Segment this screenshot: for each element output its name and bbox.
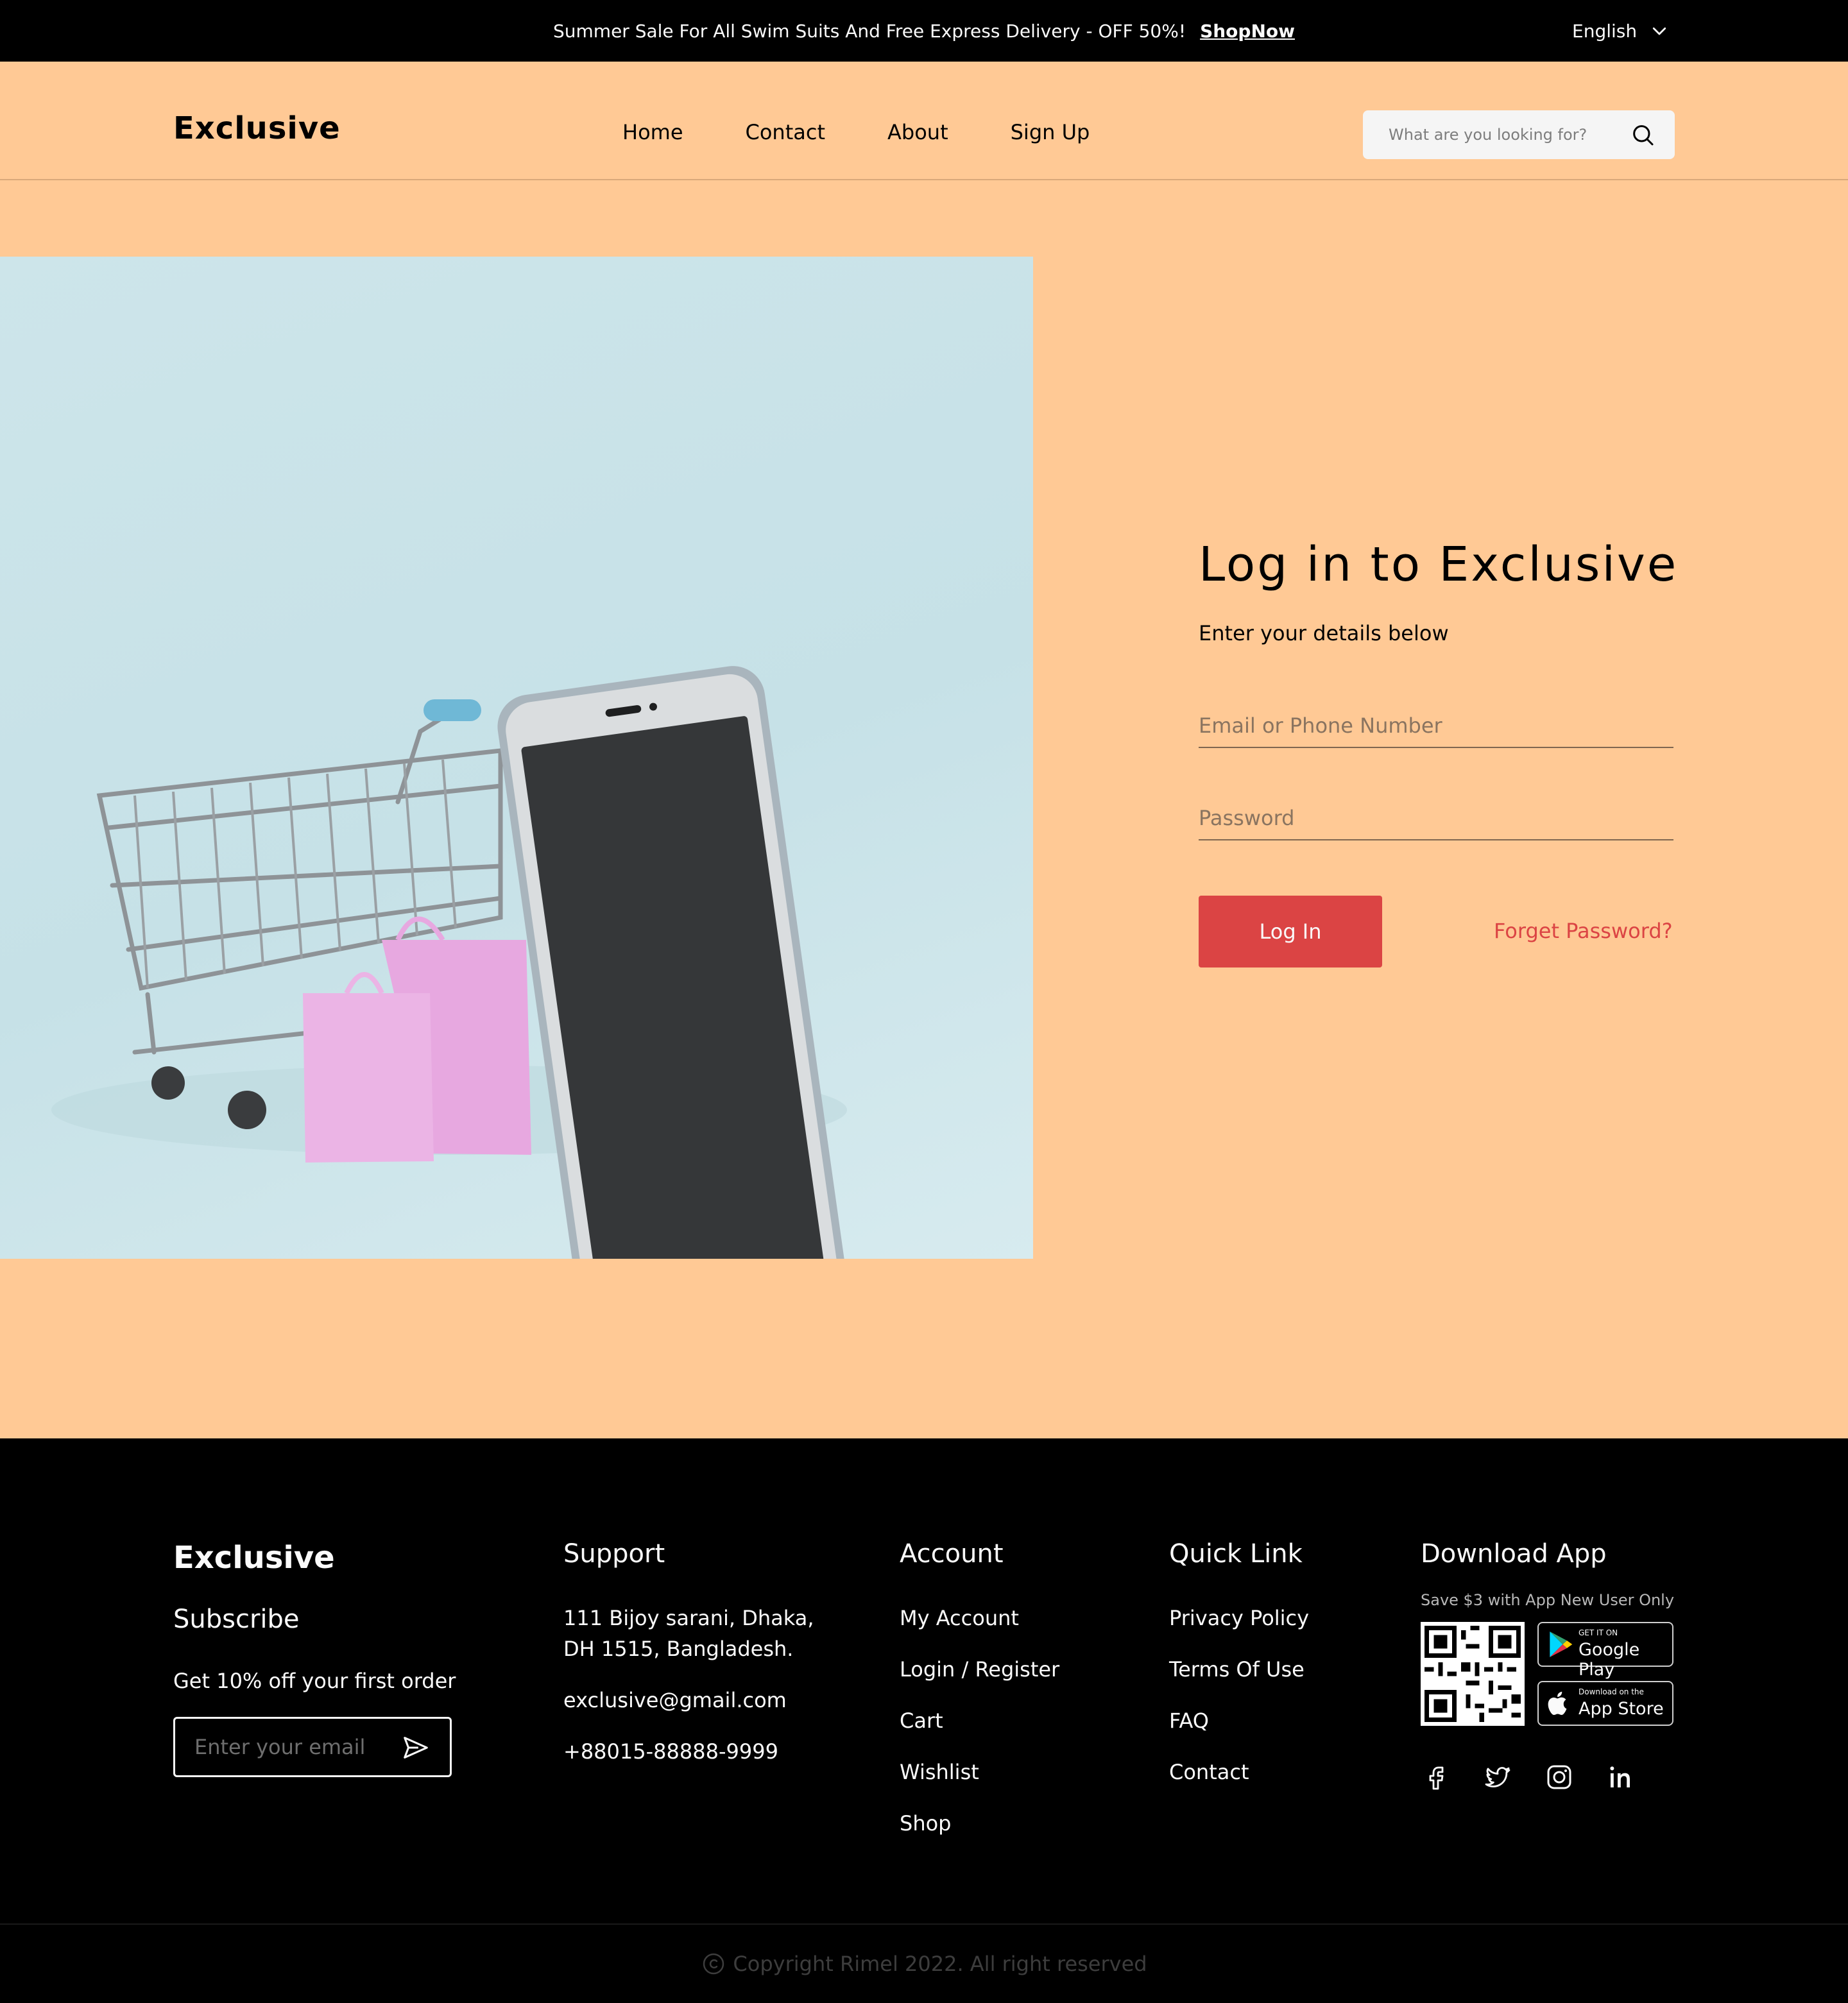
support-heading: Support <box>563 1539 665 1569</box>
google-play-icon <box>1550 1632 1573 1657</box>
linkedin-icon[interactable] <box>1605 1762 1636 1793</box>
email-field[interactable] <box>1199 713 1673 738</box>
search-icon[interactable] <box>1630 122 1656 148</box>
footer-link-login-register[interactable]: Login / Register <box>900 1654 1059 1685</box>
header: Exclusive Home Contact About Sign Up <box>0 62 1848 180</box>
site-logo[interactable]: Exclusive <box>173 113 341 144</box>
support-address-line1: 111 Bijoy sarani, Dhaka, <box>563 1606 814 1630</box>
apple-icon <box>1548 1691 1567 1716</box>
footer-link-faq[interactable]: FAQ <box>1169 1705 1309 1736</box>
footer-link-my-account[interactable]: My Account <box>900 1603 1059 1633</box>
qr-code <box>1421 1622 1525 1726</box>
twitter-icon[interactable] <box>1482 1762 1513 1793</box>
hero-image <box>0 257 1033 1259</box>
copyright-bar: Copyright Rimel 2022. All right reserved <box>0 1923 1848 2003</box>
footer-link-shop[interactable]: Shop <box>900 1808 1059 1839</box>
app-store-small-text: Download on the <box>1579 1687 1644 1696</box>
quick-link-heading: Quick Link <box>1169 1539 1303 1569</box>
login-subtitle: Enter your details below <box>1199 621 1449 645</box>
footer-quick-link-column: Quick Link Privacy Policy Terms Of Use F… <box>1169 1541 1309 1808</box>
promo-bar: Summer Sale For All Swim Suits And Free … <box>0 0 1848 62</box>
app-promo-text: Save $3 with App New User Only <box>1421 1591 1675 1609</box>
footer-link-privacy-policy[interactable]: Privacy Policy <box>1169 1603 1309 1633</box>
promo-text: Summer Sale For All Swim Suits And Free … <box>553 20 1186 42</box>
top-banner: Summer Sale For All Swim Suits And Free … <box>0 0 1848 62</box>
language-label: English <box>1572 20 1638 42</box>
search-box <box>1363 110 1675 159</box>
app-downloads: GET IT ON Google Play Download on the Ap… <box>1421 1622 1674 1726</box>
instagram-icon[interactable] <box>1544 1762 1575 1793</box>
footer-link-wishlist[interactable]: Wishlist <box>900 1757 1059 1787</box>
subscribe-email-box <box>173 1717 452 1777</box>
social-links <box>1421 1762 1674 1793</box>
footer-logo[interactable]: Exclusive <box>173 1542 456 1573</box>
copyright-icon <box>703 1953 724 1975</box>
nav-sign-up[interactable]: Sign Up <box>1011 122 1090 142</box>
send-icon[interactable] <box>401 1733 431 1762</box>
main-nav: Home Contact About Sign Up <box>622 122 1152 142</box>
chevron-down-icon <box>1652 27 1666 35</box>
footer-brand-column: Exclusive Subscribe Get 10% off your fir… <box>173 1542 456 1777</box>
subscribe-heading: Subscribe <box>173 1605 300 1634</box>
footer-link-cart[interactable]: Cart <box>900 1705 1059 1736</box>
google-play-badge[interactable]: GET IT ON Google Play <box>1537 1622 1673 1680</box>
app-store-badge[interactable]: Download on the App Store <box>1537 1681 1673 1726</box>
search-input[interactable] <box>1389 126 1607 144</box>
nav-contact[interactable]: Contact <box>746 122 826 142</box>
footer-link-contact[interactable]: Contact <box>1169 1757 1309 1787</box>
shopping-cart-phone-illustration <box>51 666 852 1259</box>
password-field-wrapper <box>1199 806 1673 840</box>
nav-home[interactable]: Home <box>622 122 683 142</box>
google-play-label: Google Play <box>1579 1640 1640 1680</box>
copyright-text: Copyright Rimel 2022. All right reserved <box>733 1952 1147 1976</box>
account-heading: Account <box>900 1539 1004 1569</box>
shop-now-link[interactable]: ShopNow <box>1200 21 1295 42</box>
language-selector[interactable]: English <box>1572 0 1669 62</box>
google-play-small-text: GET IT ON <box>1579 1628 1618 1637</box>
footer-link-terms-of-use[interactable]: Terms Of Use <box>1169 1654 1309 1685</box>
support-phone[interactable]: +88015-88888-9999 <box>563 1736 814 1767</box>
login-button[interactable]: Log In <box>1199 896 1382 967</box>
download-heading: Download App <box>1421 1539 1607 1569</box>
nav-about[interactable]: About <box>887 122 948 142</box>
forgot-password-link[interactable]: Forget Password? <box>1494 919 1673 943</box>
subscribe-offer: Get 10% off your first order <box>173 1669 456 1693</box>
footer-account-column: Account My Account Login / Register Cart… <box>900 1541 1059 1859</box>
footer: Exclusive Subscribe Get 10% off your fir… <box>0 1438 1848 2003</box>
password-field[interactable] <box>1199 806 1673 830</box>
footer-support-column: Support 111 Bijoy sarani, Dhaka, DH 1515… <box>563 1541 814 1787</box>
login-title: Log in to Exclusive <box>1199 537 1679 592</box>
support-email[interactable]: exclusive@gmail.com <box>563 1685 814 1716</box>
footer-download-column: Download App Save $3 with App New User O… <box>1421 1541 1674 1793</box>
facebook-icon[interactable] <box>1421 1762 1451 1793</box>
support-address-line2: DH 1515, Bangladesh. <box>563 1637 794 1661</box>
store-badges: GET IT ON Google Play Download on the Ap… <box>1537 1622 1673 1726</box>
app-store-label: App Store <box>1579 1699 1664 1719</box>
email-field-wrapper <box>1199 713 1673 748</box>
subscribe-email-input[interactable] <box>194 1735 387 1759</box>
